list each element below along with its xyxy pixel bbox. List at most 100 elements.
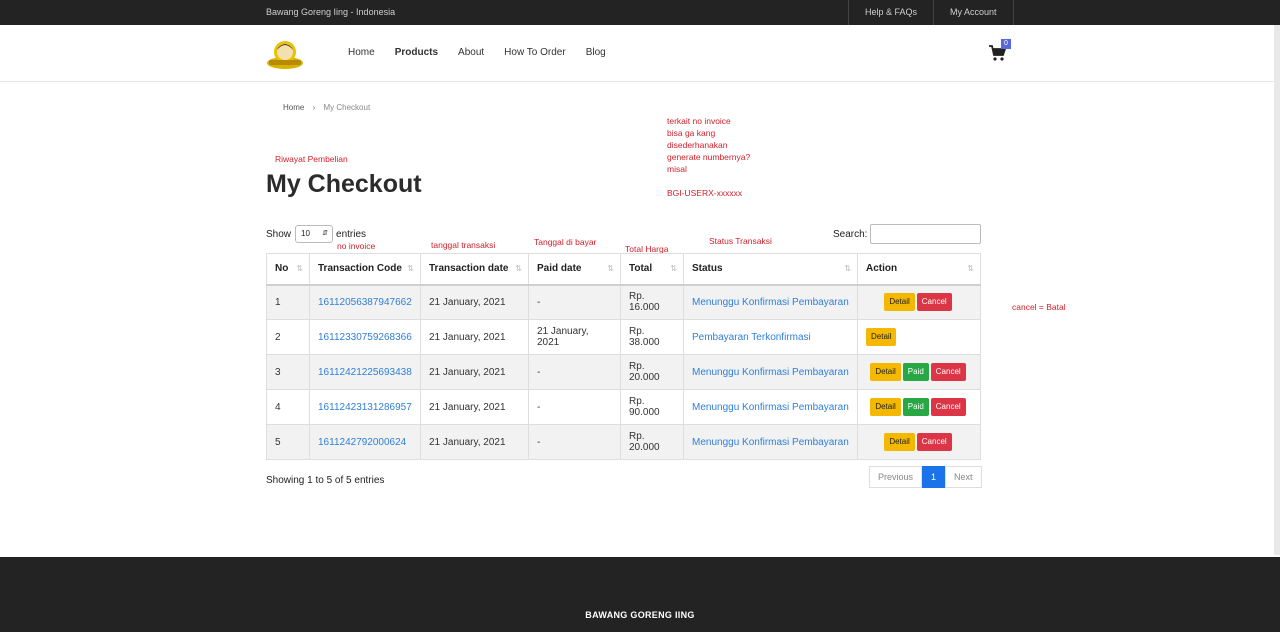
pagination-previous[interactable]: Previous xyxy=(869,466,923,488)
col-total[interactable]: Total ⇅ xyxy=(620,253,684,286)
cell-actions: Detail Paid Cancel xyxy=(857,389,981,425)
cell-tdate: 21 January, 2021 xyxy=(420,424,529,460)
cell-pdate: - xyxy=(528,389,621,425)
cell-code: 1611242792000624 xyxy=(309,424,421,460)
cell-status: Pembayaran Terkonfirmasi xyxy=(683,319,858,355)
cell-status: Menunggu Konfirmasi Pembayaran xyxy=(683,354,858,390)
cell-code: 16112423131286957 xyxy=(309,389,421,425)
cell-code: 16112421225693438 xyxy=(309,354,421,390)
cancel-button[interactable]: Cancel xyxy=(916,293,952,312)
sort-icon: ⇅ xyxy=(296,264,303,273)
my-account-link[interactable]: My Account xyxy=(933,0,1014,25)
cell-pdate: - xyxy=(528,354,621,390)
status-link[interactable]: Menunggu Konfirmasi Pembayaran xyxy=(692,367,849,378)
cell-status: Menunggu Konfirmasi Pembayaran xyxy=(683,389,858,425)
annotation-invoice-note: terkait no invoice bisa ga kang disederh… xyxy=(667,115,750,199)
annotation-tanggal-bayar: Tanggal di bayar xyxy=(534,237,597,247)
cancel-button[interactable]: Cancel xyxy=(930,398,966,416)
detail-button[interactable]: Detail xyxy=(884,293,915,312)
col-no[interactable]: No ⇅ xyxy=(266,253,310,286)
table-header-row: No ⇅ Transaction Code ⇅ Transaction date ⇅ … xyxy=(266,253,981,286)
breadcrumb-separator: › xyxy=(312,103,316,112)
detail-button[interactable]: Detail xyxy=(870,398,901,416)
cell-status: Menunggu Konfirmasi Pembayaran xyxy=(683,284,858,320)
entries-label: entries xyxy=(336,228,367,240)
table-row: 2 16112330759268366 21 January, 2021 21 … xyxy=(266,319,981,355)
search-input[interactable] xyxy=(870,224,981,244)
paid-button[interactable]: Paid xyxy=(902,363,929,381)
page-title: My Checkout xyxy=(266,170,422,198)
cell-total: Rp. 20.000 xyxy=(620,424,684,460)
checkout-table: No ⇅ Transaction Code ⇅ Transaction date ⇅ … xyxy=(266,253,981,460)
transaction-code-link[interactable]: 1611242792000624 xyxy=(318,437,406,448)
detail-button[interactable]: Detail xyxy=(884,433,915,451)
col-label: Paid date xyxy=(537,263,582,275)
transaction-code-link[interactable]: 16112056387947662 xyxy=(318,297,412,308)
cancel-button[interactable]: Cancel xyxy=(916,433,952,451)
col-status[interactable]: Status ⇅ xyxy=(683,253,858,286)
nav-about[interactable]: About xyxy=(458,47,484,58)
breadcrumb-home[interactable]: Home xyxy=(283,103,304,112)
breadcrumb: Home › My Checkout xyxy=(283,103,370,112)
pagination: Previous 1 Next xyxy=(869,466,982,488)
nav-blog[interactable]: Blog xyxy=(586,47,606,58)
status-link[interactable]: Pembayaran Terkonfirmasi xyxy=(692,332,811,343)
status-link[interactable]: Menunggu Konfirmasi Pembayaran xyxy=(692,402,849,413)
cell-tdate: 21 January, 2021 xyxy=(420,319,529,355)
annotation-line: misal xyxy=(667,164,687,174)
detail-button[interactable]: Detail xyxy=(870,363,901,381)
sort-icon: ⇅ xyxy=(967,264,974,273)
cell-no: 4 xyxy=(266,389,310,425)
cancel-button[interactable]: Cancel xyxy=(930,363,966,381)
col-transaction-code[interactable]: Transaction Code ⇅ xyxy=(309,253,421,286)
nav-home[interactable]: Home xyxy=(348,47,375,58)
col-label: Status xyxy=(692,263,723,275)
cell-total: Rp. 90.000 xyxy=(620,389,684,425)
detail-button[interactable]: Detail xyxy=(866,328,897,346)
transaction-code-link[interactable]: 16112330759268366 xyxy=(318,332,412,343)
show-entries: Show 10 ⇵ entries xyxy=(266,225,366,243)
col-transaction-date[interactable]: Transaction date ⇅ xyxy=(420,253,529,286)
paid-button[interactable]: Paid xyxy=(902,398,929,416)
transaction-code-link[interactable]: 16112423131286957 xyxy=(318,402,412,413)
cell-tdate: 21 January, 2021 xyxy=(420,389,529,425)
status-link[interactable]: Menunggu Konfirmasi Pembayaran xyxy=(692,297,849,308)
cell-tdate: 21 January, 2021 xyxy=(420,354,529,390)
col-paid-date[interactable]: Paid date ⇅ xyxy=(528,253,621,286)
cell-status: Menunggu Konfirmasi Pembayaran xyxy=(683,424,858,460)
cell-no: 3 xyxy=(266,354,310,390)
table-row: 3 16112421225693438 21 January, 2021 - R… xyxy=(266,354,981,390)
status-link[interactable]: Menunggu Konfirmasi Pembayaran xyxy=(692,437,849,448)
cell-no: 2 xyxy=(266,319,310,355)
cell-no: 1 xyxy=(266,284,310,320)
transaction-code-link[interactable]: 16112421225693438 xyxy=(318,367,412,378)
help-faqs-link[interactable]: Help & FAQs xyxy=(848,0,933,25)
top-links: Help & FAQs My Account xyxy=(848,0,1014,25)
annotation-cancel-batal: cancel = Batal xyxy=(1012,302,1066,312)
cell-pdate: 21 January, 2021 xyxy=(528,319,621,355)
sort-icon: ⇅ xyxy=(515,264,522,273)
entries-select-value: 10 xyxy=(301,229,310,238)
annotation-status-transaksi: Status Transaksi xyxy=(709,236,772,246)
main-navbar: Home Products About How To Order Blog 0 xyxy=(0,25,1280,82)
entries-select[interactable]: 10 ⇵ xyxy=(295,225,334,243)
site-footer: BAWANG GORENG IING xyxy=(0,557,1280,632)
annotation-riwayat: Riwayat Pembelian xyxy=(275,154,348,164)
pagination-next[interactable]: Next xyxy=(945,466,982,488)
nav-products[interactable]: Products xyxy=(395,47,438,58)
footer-brand: BAWANG GORENG IING xyxy=(585,610,695,620)
nav-how-to-order[interactable]: How To Order xyxy=(504,47,566,58)
cart-count-badge: 0 xyxy=(1001,39,1011,49)
cell-actions: Detail xyxy=(857,319,981,355)
search-label: Search: xyxy=(833,229,868,240)
cell-actions: Detail Paid Cancel xyxy=(857,354,981,390)
primary-nav: Home Products About How To Order Blog xyxy=(348,47,626,58)
table-info: Showing 1 to 5 of 5 entries xyxy=(266,475,385,486)
pagination-page-1[interactable]: 1 xyxy=(922,466,946,488)
brand-logo[interactable] xyxy=(266,37,304,70)
table-row: 1 16112056387947662 21 January, 2021 - R… xyxy=(266,284,981,320)
col-action[interactable]: Action ⇅ xyxy=(857,253,981,286)
col-no-label: No xyxy=(275,263,289,275)
page-scrollbar[interactable] xyxy=(1274,25,1280,555)
cell-code: 16112330759268366 xyxy=(309,319,421,355)
